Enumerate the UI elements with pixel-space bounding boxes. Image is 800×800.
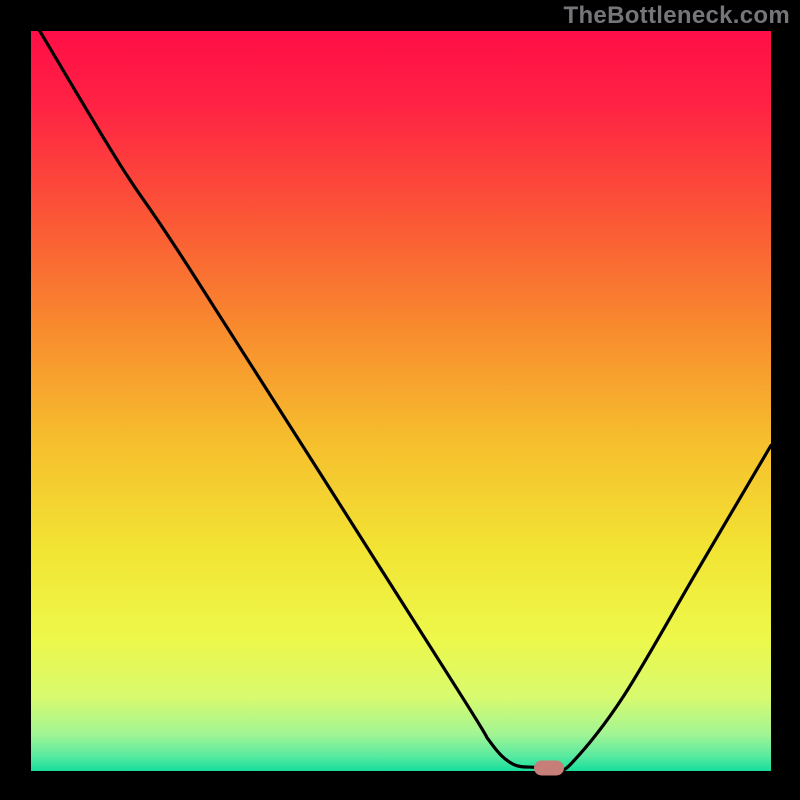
optimal-point-marker	[534, 761, 564, 776]
watermark-text: TheBottleneck.com	[564, 2, 790, 30]
plot-inner	[31, 31, 771, 771]
gradient-background	[31, 31, 771, 771]
chart-stage: TheBottleneck.com	[0, 0, 800, 800]
plot-svg	[31, 31, 771, 771]
